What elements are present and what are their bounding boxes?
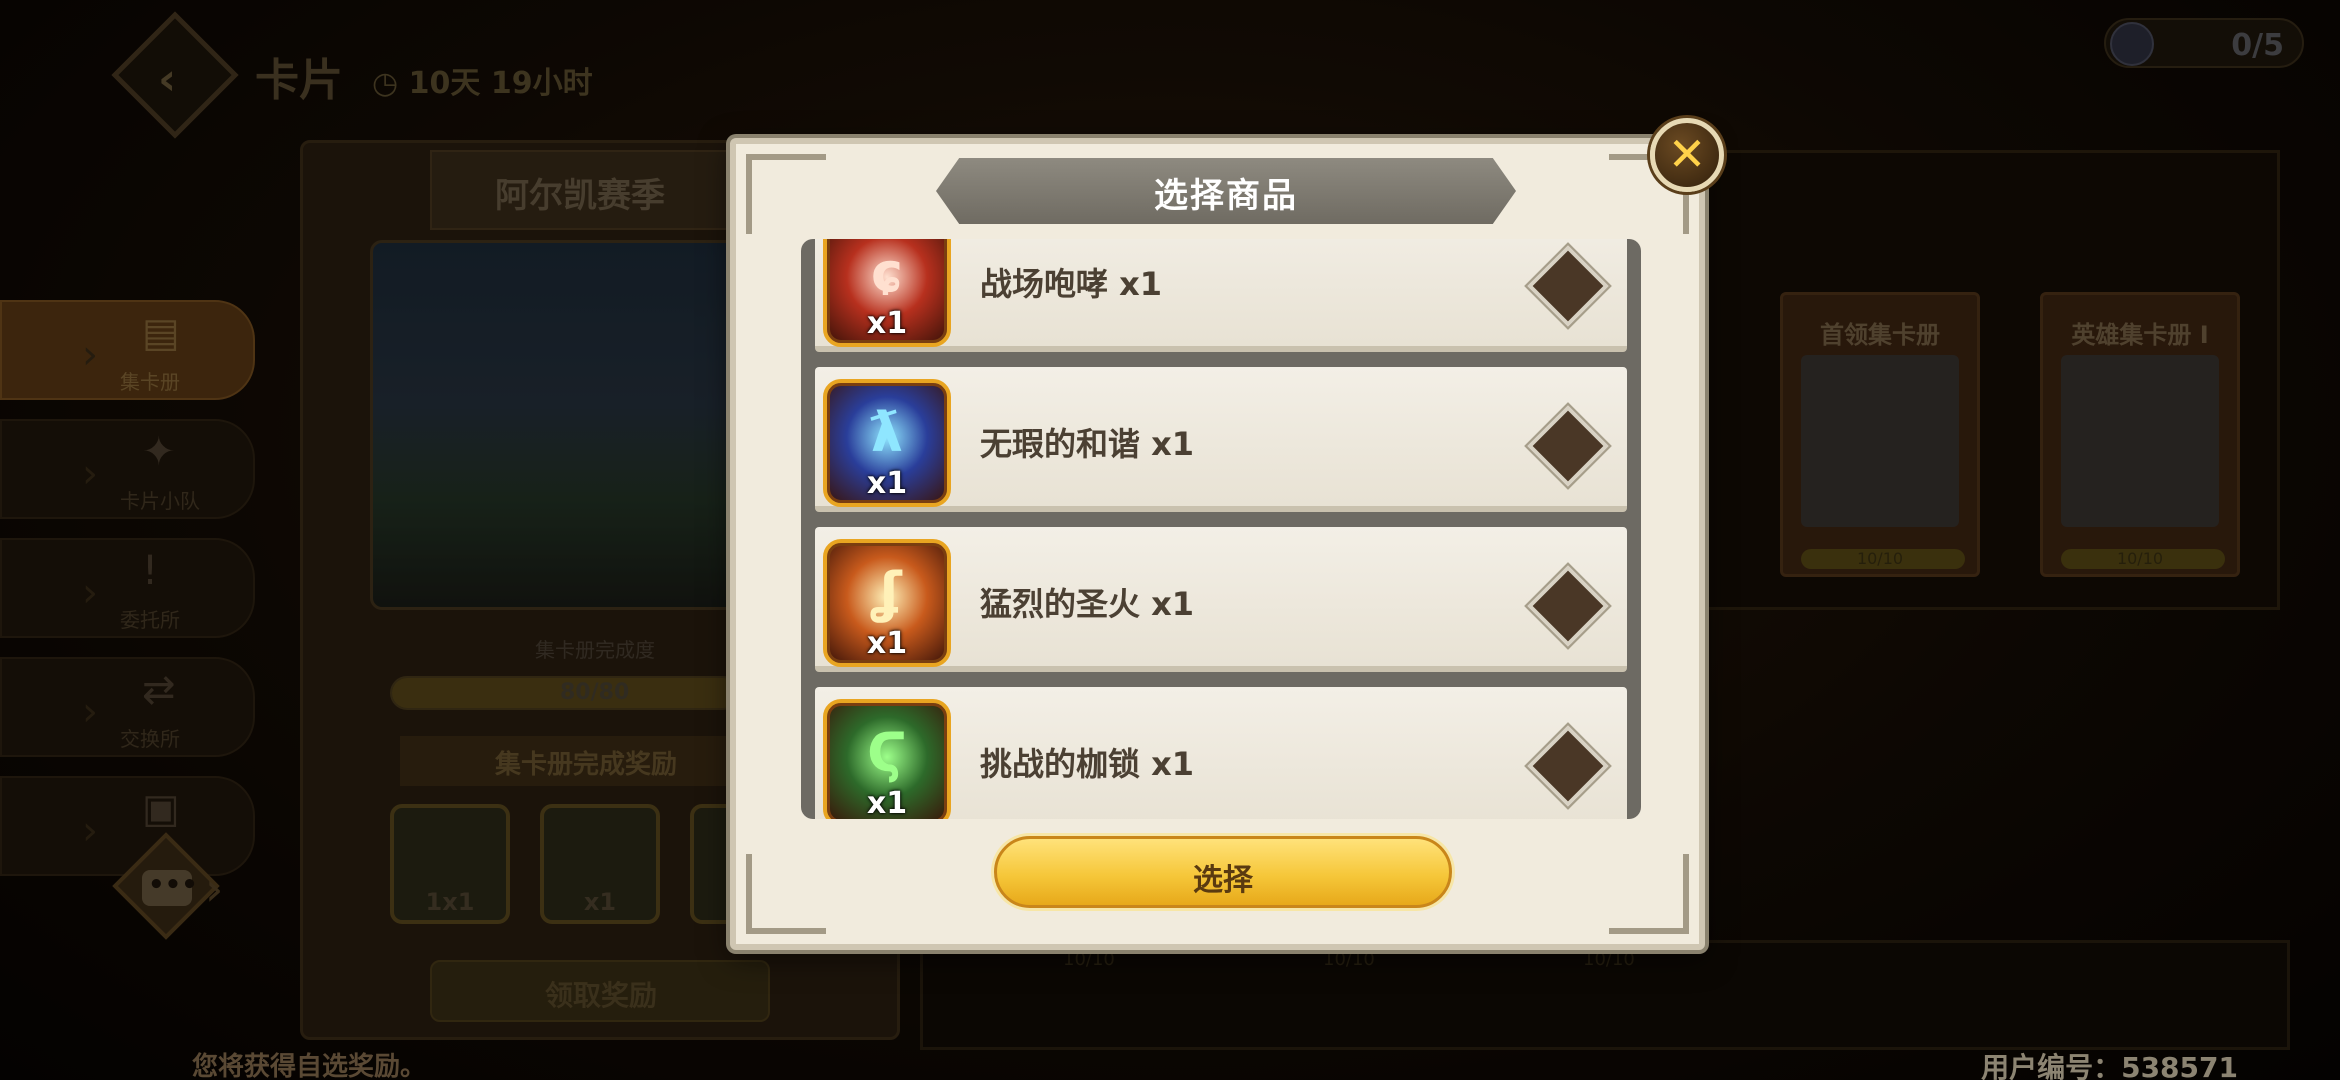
list-item[interactable]: Ϛ x1 挑战的枷锁 x1 bbox=[815, 687, 1627, 819]
corner-ornament bbox=[1609, 854, 1689, 934]
list-item[interactable]: ɕ x1 战场咆哮 x1 bbox=[815, 239, 1627, 352]
list-item[interactable]: ƛ x1 无瑕的和谐 x1 bbox=[815, 367, 1627, 512]
item-name: 无瑕的和谐 x1 bbox=[980, 425, 1195, 463]
item-name: 战场咆哮 x1 bbox=[980, 265, 1163, 303]
dialog-title: 选择商品 bbox=[1154, 176, 1298, 216]
select-diamond-button[interactable] bbox=[1526, 564, 1610, 648]
item-name: 猛烈的圣火 x1 bbox=[980, 585, 1195, 623]
list-item[interactable]: ʆ x1 猛烈的圣火 x1 bbox=[815, 527, 1627, 672]
challenge-shackles-icon: Ϛ x1 bbox=[823, 699, 951, 819]
item-glyph: ʆ bbox=[872, 561, 902, 624]
corner-ornament bbox=[746, 854, 826, 934]
item-qty: x1 bbox=[866, 306, 908, 341]
item-qty: x1 bbox=[866, 786, 908, 819]
item-glyph: Ϛ bbox=[867, 721, 907, 784]
item-name: 挑战的枷锁 x1 bbox=[980, 745, 1195, 783]
fierce-holy-fire-icon: ʆ x1 bbox=[823, 539, 951, 667]
select-button-label: 选择 bbox=[1193, 863, 1253, 898]
close-button[interactable]: ✕ bbox=[1650, 118, 1724, 192]
dialog-header: 选择商品 bbox=[936, 158, 1516, 224]
item-list-scroll: ɕ x1 战场咆哮 x1 ƛ x1 无瑕的和谐 x1 ʆ x1 猛烈的圣火 x1… bbox=[815, 239, 1627, 819]
select-button[interactable]: 选择 bbox=[994, 836, 1452, 908]
item-list[interactable]: ɕ x1 战场咆哮 x1 ƛ x1 无瑕的和谐 x1 ʆ x1 猛烈的圣火 x1… bbox=[801, 239, 1641, 819]
item-glyph: ƛ bbox=[871, 401, 903, 464]
corner-ornament bbox=[746, 154, 826, 234]
item-qty: x1 bbox=[866, 466, 908, 501]
battle-roar-icon: ɕ x1 bbox=[823, 239, 951, 347]
item-qty: x1 bbox=[866, 626, 908, 661]
close-icon: ✕ bbox=[1667, 127, 1707, 181]
select-diamond-button[interactable] bbox=[1526, 724, 1610, 808]
item-glyph: ɕ bbox=[870, 241, 903, 304]
select-diamond-button[interactable] bbox=[1526, 404, 1610, 488]
flawless-harmony-icon: ƛ x1 bbox=[823, 379, 951, 507]
select-diamond-button[interactable] bbox=[1526, 244, 1610, 328]
select-item-dialog: 选择商品 ɕ x1 战场咆哮 x1 ƛ x1 无瑕的和谐 x1 ʆ x1 猛烈的… bbox=[730, 138, 1705, 950]
